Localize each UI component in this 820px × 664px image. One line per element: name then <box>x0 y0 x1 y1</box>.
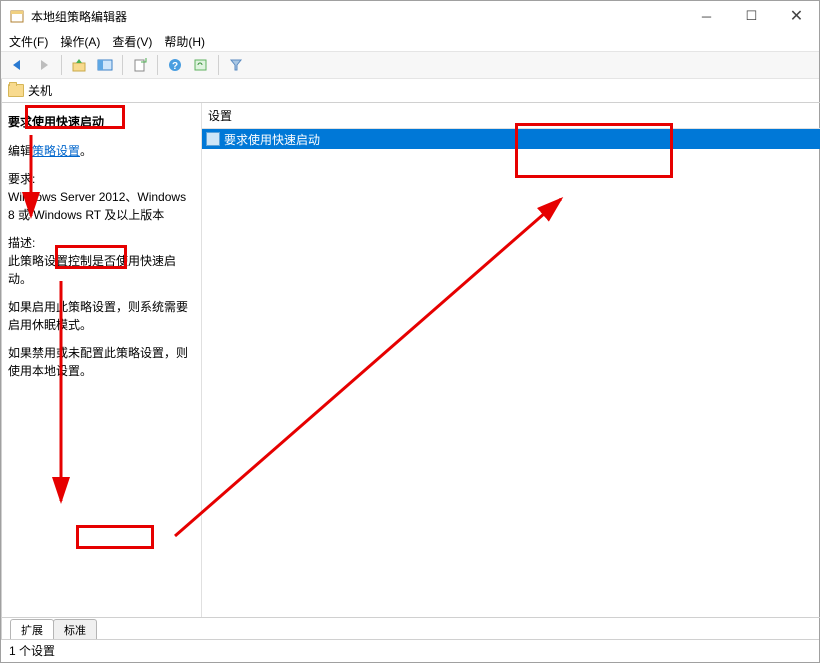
menu-help[interactable]: 帮助(H) <box>164 33 205 50</box>
up-button[interactable] <box>68 54 90 76</box>
menu-view[interactable]: 查看(V) <box>112 33 152 50</box>
edit-policy-link[interactable]: 策略设置 <box>32 144 80 158</box>
settings-list[interactable]: 设置 要求使用快速启动 <box>202 103 820 617</box>
forward-button[interactable] <box>33 54 55 76</box>
content-area: ›Windows 设置 ⌄管理模板 ›"开始"菜单和任务栏 ›Windows 组… <box>1 79 819 639</box>
toolbar: ? <box>1 51 819 79</box>
folder-icon <box>8 84 24 97</box>
tab-extended[interactable]: 扩展 <box>10 619 54 639</box>
menu-action[interactable]: 操作(A) <box>60 33 100 50</box>
filter-button[interactable] <box>225 54 247 76</box>
menubar: 文件(F) 操作(A) 查看(V) 帮助(H) <box>1 31 819 51</box>
export-button[interactable] <box>129 54 151 76</box>
detail-description: 要求使用快速启动 编辑策略设置。 要求:Windows Server 2012、… <box>2 103 202 617</box>
close-button[interactable]: ✕ <box>774 1 819 31</box>
minimize-button[interactable]: ─ <box>684 1 729 31</box>
refresh-button[interactable] <box>190 54 212 76</box>
status-text: 1 个设置 <box>9 642 55 659</box>
detail-header-label: 关机 <box>28 82 52 99</box>
show-hide-tree-button[interactable] <box>94 54 116 76</box>
list-item-fast-startup[interactable]: 要求使用快速启动 <box>202 129 820 149</box>
detail-header: 关机 <box>2 79 820 103</box>
policy-title: 要求使用快速启动 <box>8 113 195 130</box>
setting-icon <box>206 132 220 146</box>
maximize-button[interactable]: ☐ <box>729 1 774 31</box>
window-title: 本地组策略编辑器 <box>31 8 684 25</box>
tab-standard[interactable]: 标准 <box>53 619 97 639</box>
column-header-setting[interactable]: 设置 <box>202 103 820 129</box>
detail-pane: 关机 要求使用快速启动 编辑策略设置。 要求:Windows Server 20… <box>2 79 820 639</box>
svg-text:?: ? <box>172 61 178 72</box>
help-button[interactable]: ? <box>164 54 186 76</box>
menu-file[interactable]: 文件(F) <box>9 33 48 50</box>
titlebar: 本地组策略编辑器 ─ ☐ ✕ <box>1 1 819 31</box>
back-button[interactable] <box>7 54 29 76</box>
detail-tabs: 扩展 标准 <box>2 617 820 639</box>
statusbar: 1 个设置 <box>1 639 819 661</box>
app-icon <box>9 8 25 24</box>
